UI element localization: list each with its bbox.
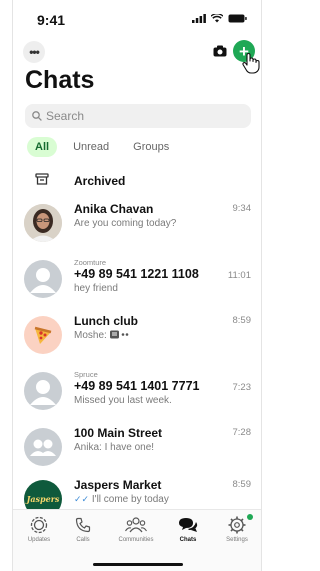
chat-preview: hey friend <box>74 283 118 294</box>
chat-time: 8:59 <box>232 315 252 326</box>
default-person-icon <box>30 380 56 405</box>
chat-preview: Missed you last week. <box>74 395 172 406</box>
hand-cursor-icon <box>242 53 260 74</box>
chat-row-zoomture[interactable]: Zoomture +49 89 541 1221 1108 hey friend… <box>13 254 261 306</box>
status-bar: 9:41 <box>13 0 261 40</box>
tab-label: Calls <box>76 537 90 543</box>
signal-icon <box>192 14 206 23</box>
person-photo-icon <box>24 204 62 242</box>
battery-icon <box>228 14 247 23</box>
status-icons <box>192 14 247 23</box>
tab-calls[interactable]: Calls <box>58 514 108 543</box>
chat-subtitle: Spruce <box>74 370 98 379</box>
phone-icon <box>75 517 91 533</box>
chat-preview: Moshe: <box>74 330 249 341</box>
search-placeholder: Search <box>46 109 85 123</box>
chat-preview: Are you coming today? <box>74 218 177 229</box>
updates-icon <box>30 516 48 534</box>
wifi-icon <box>211 14 223 23</box>
chat-row-anika-chavan[interactable]: Anika Chavan Are you coming today? 9:34 <box>13 198 261 250</box>
communities-icon <box>125 517 147 533</box>
archived-row[interactable]: Archived <box>13 169 261 193</box>
chat-main: Jaspers Market ✓✓ I'll come by today <box>74 478 249 505</box>
chat-preview-text: I'll come by today <box>91 494 169 505</box>
pizza-icon <box>34 326 52 344</box>
chat-preview: ✓✓ I'll come by today <box>74 494 249 505</box>
chat-time: 8:59 <box>232 479 252 490</box>
tab-label: Updates <box>27 537 51 543</box>
chat-time: 9:34 <box>232 203 252 214</box>
avatar <box>24 316 62 354</box>
camera-button[interactable] <box>213 44 227 62</box>
status-time: 9:41 <box>37 12 66 28</box>
group-icon <box>30 439 56 456</box>
chat-main: 100 Main Street Anika: I have one! <box>74 426 249 453</box>
read-receipt-icon: ✓✓ <box>74 494 90 504</box>
chat-main: Lunch club Moshe: <box>74 314 249 341</box>
tab-communities[interactable]: Communities <box>111 514 161 543</box>
tab-chats[interactable]: Chats <box>163 514 213 543</box>
chat-name: Jaspers Market <box>74 478 162 492</box>
home-indicator <box>93 563 183 566</box>
avatar <box>24 428 62 466</box>
more-options-button[interactable]: ••• <box>23 41 45 63</box>
filter-groups-chip[interactable]: Groups <box>125 137 177 157</box>
chat-preview: Anika: I have one! <box>74 442 155 453</box>
tab-updates[interactable]: Updates <box>14 514 64 543</box>
chat-row-100-main-street[interactable]: 100 Main Street Anika: I have one! 7:28 <box>13 422 261 474</box>
filter-all-chip[interactable]: All <box>27 137 58 157</box>
chat-time: 11:01 <box>227 270 251 281</box>
chat-name: 100 Main Street <box>74 426 163 440</box>
chat-name: +49 89 541 1221 1108 <box>74 267 199 281</box>
chat-name: Lunch club <box>74 314 138 328</box>
tab-settings[interactable]: Settings <box>212 514 261 543</box>
filter-chips: All Unread Groups <box>27 137 177 157</box>
chat-main: Zoomture +49 89 541 1221 1108 hey friend <box>74 258 249 294</box>
chat-row-spruce[interactable]: Spruce +49 89 541 1401 7771 Missed you l… <box>13 366 261 418</box>
settings-icon <box>228 516 246 534</box>
archived-label: Archived <box>74 174 126 188</box>
chat-name: Anika Chavan <box>74 202 154 216</box>
tab-label: Settings <box>226 537 248 543</box>
chat-name: +49 89 541 1401 7771 <box>74 379 200 393</box>
filter-unread-chip[interactable]: Unread <box>65 137 117 157</box>
top-actions: ••• + <box>13 38 261 74</box>
archive-icon <box>35 173 49 185</box>
voice-sticker-icon <box>109 330 128 339</box>
tab-label: Chats <box>179 537 197 543</box>
chat-main: Anika Chavan Are you coming today? <box>74 202 249 229</box>
chat-main: Spruce +49 89 541 1401 7771 Missed you l… <box>74 370 249 406</box>
search-input[interactable]: Search <box>25 104 251 128</box>
tab-label: Communities <box>118 537 154 543</box>
chat-row-lunch-club[interactable]: Lunch club Moshe: 8:59 <box>13 310 261 362</box>
chat-time: 7:23 <box>232 382 252 393</box>
default-person-icon <box>30 268 56 293</box>
chat-subtitle: Zoomture <box>74 258 107 267</box>
search-icon <box>32 111 42 121</box>
tab-bar: Updates Calls Communities Chats Settings <box>13 509 261 571</box>
avatar <box>24 372 62 410</box>
camera-icon <box>213 45 227 57</box>
chat-time: 7:28 <box>232 427 252 438</box>
avatar <box>24 260 62 298</box>
notification-dot <box>247 514 253 520</box>
chats-icon <box>179 518 198 532</box>
jaspers-logo: Jaspers <box>26 494 60 504</box>
page-title: Chats <box>25 66 95 94</box>
phone-screen: 9:41 ••• + Chats Search All Unread Group… <box>12 0 262 571</box>
chat-preview-text: Moshe: <box>74 330 107 341</box>
avatar <box>24 204 62 242</box>
ellipsis-icon: ••• <box>29 45 40 59</box>
